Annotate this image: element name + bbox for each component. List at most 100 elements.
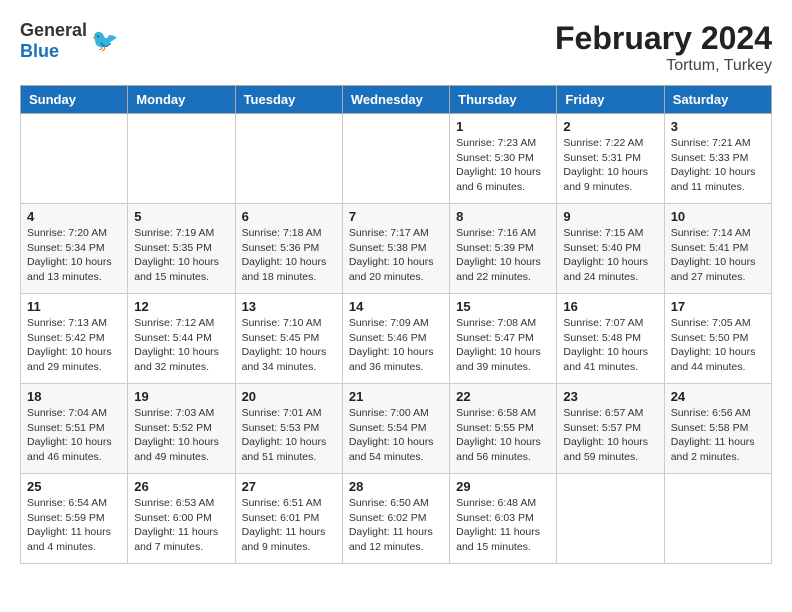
- day-info: Sunrise: 7:07 AM Sunset: 5:48 PM Dayligh…: [563, 316, 657, 375]
- calendar-cell: 19Sunrise: 7:03 AM Sunset: 5:52 PM Dayli…: [128, 384, 235, 474]
- day-info: Sunrise: 6:51 AM Sunset: 6:01 PM Dayligh…: [242, 496, 336, 555]
- calendar-cell: 18 Sunrise: 7:04 AM Sunset: 5:51 PM Dayli…: [21, 384, 128, 474]
- day-number: 2: [563, 119, 657, 134]
- day-of-week-header: Tuesday: [235, 86, 342, 114]
- calendar-cell: 1 Sunrise: 7:23 AM Sunset: 5:30 PM Daylig…: [450, 114, 557, 204]
- day-number: 21: [349, 389, 443, 404]
- calendar-week-row: 18 Sunrise: 7:04 AM Sunset: 5:51 PM Dayli…: [21, 384, 772, 474]
- day-number: 1: [456, 119, 550, 134]
- day-info: Sunrise: 7:13 AM Sunset: 5:42 PM Dayligh…: [27, 316, 121, 375]
- calendar-cell: 17Sunrise: 7:05 AM Sunset: 5:50 PM Dayli…: [664, 294, 771, 384]
- day-number: 4: [27, 209, 121, 224]
- day-info: Sunrise: 7:08 AM Sunset: 5:47 PM Dayligh…: [456, 316, 550, 375]
- day-number: 6: [242, 209, 336, 224]
- day-number: 27: [242, 479, 336, 494]
- calendar-subtitle: Tortum, Turkey: [555, 57, 772, 75]
- calendar-cell: [21, 114, 128, 204]
- day-number: 18: [27, 389, 121, 404]
- day-info: Sunrise: 6:48 AM Sunset: 6:03 PM Dayligh…: [456, 496, 550, 555]
- day-info: Sunrise: 7:16 AM Sunset: 5:39 PM Dayligh…: [456, 226, 550, 285]
- calendar-week-row: 25 Sunrise: 6:54 AM Sunset: 5:59 PM Dayli…: [21, 474, 772, 564]
- calendar-cell: 24 Sunrise: 6:56 AM Sunset: 5:58 PM Dayli…: [664, 384, 771, 474]
- calendar-cell: 5 Sunrise: 7:19 AM Sunset: 5:35 PM Daylig…: [128, 204, 235, 294]
- calendar-cell: 14 Sunrise: 7:09 AM Sunset: 5:46 PM Dayli…: [342, 294, 449, 384]
- calendar-cell: 11 Sunrise: 7:13 AM Sunset: 5:42 PM Dayli…: [21, 294, 128, 384]
- day-info: Sunrise: 7:00 AM Sunset: 5:54 PM Dayligh…: [349, 406, 443, 465]
- day-info: Sunrise: 7:12 AM Sunset: 5:44 PM Dayligh…: [134, 316, 228, 375]
- calendar-cell: 13 Sunrise: 7:10 AM Sunset: 5:45 PM Dayli…: [235, 294, 342, 384]
- calendar-cell: [342, 114, 449, 204]
- day-number: 24: [671, 389, 765, 404]
- calendar-cell: [557, 474, 664, 564]
- calendar-week-row: 1 Sunrise: 7:23 AM Sunset: 5:30 PM Daylig…: [21, 114, 772, 204]
- calendar-cell: 7 Sunrise: 7:17 AM Sunset: 5:38 PM Daylig…: [342, 204, 449, 294]
- calendar-cell: 22Sunrise: 6:58 AM Sunset: 5:55 PM Dayli…: [450, 384, 557, 474]
- title-block: February 2024 Tortum, Turkey: [555, 20, 772, 75]
- day-info: Sunrise: 7:03 AM Sunset: 5:52 PM Dayligh…: [134, 406, 228, 465]
- day-info: Sunrise: 7:09 AM Sunset: 5:46 PM Dayligh…: [349, 316, 443, 375]
- day-number: 25: [27, 479, 121, 494]
- day-info: Sunrise: 7:10 AM Sunset: 5:45 PM Dayligh…: [242, 316, 336, 375]
- calendar-cell: 28 Sunrise: 6:50 AM Sunset: 6:02 PM Dayli…: [342, 474, 449, 564]
- day-number: 9: [563, 209, 657, 224]
- calendar-cell: 26 Sunrise: 6:53 AM Sunset: 6:00 PM Dayli…: [128, 474, 235, 564]
- calendar-week-row: 4 Sunrise: 7:20 AM Sunset: 5:34 PM Daylig…: [21, 204, 772, 294]
- calendar-table: SundayMondayTuesdayWednesdayThursdayFrid…: [20, 85, 772, 564]
- calendar-cell: 29 Sunrise: 6:48 AM Sunset: 6:03 PM Dayli…: [450, 474, 557, 564]
- day-info: Sunrise: 7:14 AM Sunset: 5:41 PM Dayligh…: [671, 226, 765, 285]
- day-number: 7: [349, 209, 443, 224]
- day-number: 29: [456, 479, 550, 494]
- day-of-week-header: Thursday: [450, 86, 557, 114]
- calendar-cell: 20Sunrise: 7:01 AM Sunset: 5:53 PM Dayli…: [235, 384, 342, 474]
- calendar-cell: 2 Sunrise: 7:22 AM Sunset: 5:31 PM Daylig…: [557, 114, 664, 204]
- calendar-cell: 27 Sunrise: 6:51 AM Sunset: 6:01 PM Dayli…: [235, 474, 342, 564]
- logo-blue: Blue: [20, 41, 59, 61]
- calendar-cell: 21 Sunrise: 7:00 AM Sunset: 5:54 PM Dayli…: [342, 384, 449, 474]
- day-number: 8: [456, 209, 550, 224]
- calendar-cell: [235, 114, 342, 204]
- day-number: 17: [671, 299, 765, 314]
- day-number: 11: [27, 299, 121, 314]
- day-number: 13: [242, 299, 336, 314]
- calendar-cell: 16 Sunrise: 7:07 AM Sunset: 5:48 PM Dayli…: [557, 294, 664, 384]
- day-info: Sunrise: 7:23 AM Sunset: 5:30 PM Dayligh…: [456, 136, 550, 195]
- day-number: 3: [671, 119, 765, 134]
- day-of-week-header: Monday: [128, 86, 235, 114]
- logo-general: General: [20, 20, 87, 40]
- day-info: Sunrise: 7:15 AM Sunset: 5:40 PM Dayligh…: [563, 226, 657, 285]
- calendar-cell: 8 Sunrise: 7:16 AM Sunset: 5:39 PM Daylig…: [450, 204, 557, 294]
- day-info: Sunrise: 7:19 AM Sunset: 5:35 PM Dayligh…: [134, 226, 228, 285]
- day-info: Sunrise: 7:18 AM Sunset: 5:36 PM Dayligh…: [242, 226, 336, 285]
- day-number: 16: [563, 299, 657, 314]
- day-of-week-header: Sunday: [21, 86, 128, 114]
- calendar-cell: 25 Sunrise: 6:54 AM Sunset: 5:59 PM Dayli…: [21, 474, 128, 564]
- page-header: General Blue 🐦 February 2024 Tortum, Tur…: [20, 20, 772, 75]
- day-info: Sunrise: 7:04 AM Sunset: 5:51 PM Dayligh…: [27, 406, 121, 465]
- logo-bird-icon: 🐦: [91, 28, 118, 54]
- day-info: Sunrise: 6:53 AM Sunset: 6:00 PM Dayligh…: [134, 496, 228, 555]
- day-number: 15: [456, 299, 550, 314]
- day-info: Sunrise: 7:21 AM Sunset: 5:33 PM Dayligh…: [671, 136, 765, 195]
- day-number: 28: [349, 479, 443, 494]
- day-number: 14: [349, 299, 443, 314]
- day-info: Sunrise: 7:01 AM Sunset: 5:53 PM Dayligh…: [242, 406, 336, 465]
- day-info: Sunrise: 7:22 AM Sunset: 5:31 PM Dayligh…: [563, 136, 657, 195]
- day-info: Sunrise: 6:58 AM Sunset: 5:55 PM Dayligh…: [456, 406, 550, 465]
- logo: General Blue 🐦: [20, 20, 118, 62]
- calendar-cell: 4 Sunrise: 7:20 AM Sunset: 5:34 PM Daylig…: [21, 204, 128, 294]
- day-number: 23: [563, 389, 657, 404]
- day-info: Sunrise: 7:17 AM Sunset: 5:38 PM Dayligh…: [349, 226, 443, 285]
- day-info: Sunrise: 6:54 AM Sunset: 5:59 PM Dayligh…: [27, 496, 121, 555]
- day-number: 12: [134, 299, 228, 314]
- calendar-cell: 6 Sunrise: 7:18 AM Sunset: 5:36 PM Daylig…: [235, 204, 342, 294]
- calendar-cell: 3 Sunrise: 7:21 AM Sunset: 5:33 PM Daylig…: [664, 114, 771, 204]
- calendar-cell: 23Sunrise: 6:57 AM Sunset: 5:57 PM Dayli…: [557, 384, 664, 474]
- day-number: 26: [134, 479, 228, 494]
- day-info: Sunrise: 6:56 AM Sunset: 5:58 PM Dayligh…: [671, 406, 765, 465]
- calendar-title: February 2024: [555, 20, 772, 57]
- day-of-week-header: Wednesday: [342, 86, 449, 114]
- day-number: 10: [671, 209, 765, 224]
- day-number: 5: [134, 209, 228, 224]
- day-info: Sunrise: 6:50 AM Sunset: 6:02 PM Dayligh…: [349, 496, 443, 555]
- day-info: Sunrise: 7:20 AM Sunset: 5:34 PM Dayligh…: [27, 226, 121, 285]
